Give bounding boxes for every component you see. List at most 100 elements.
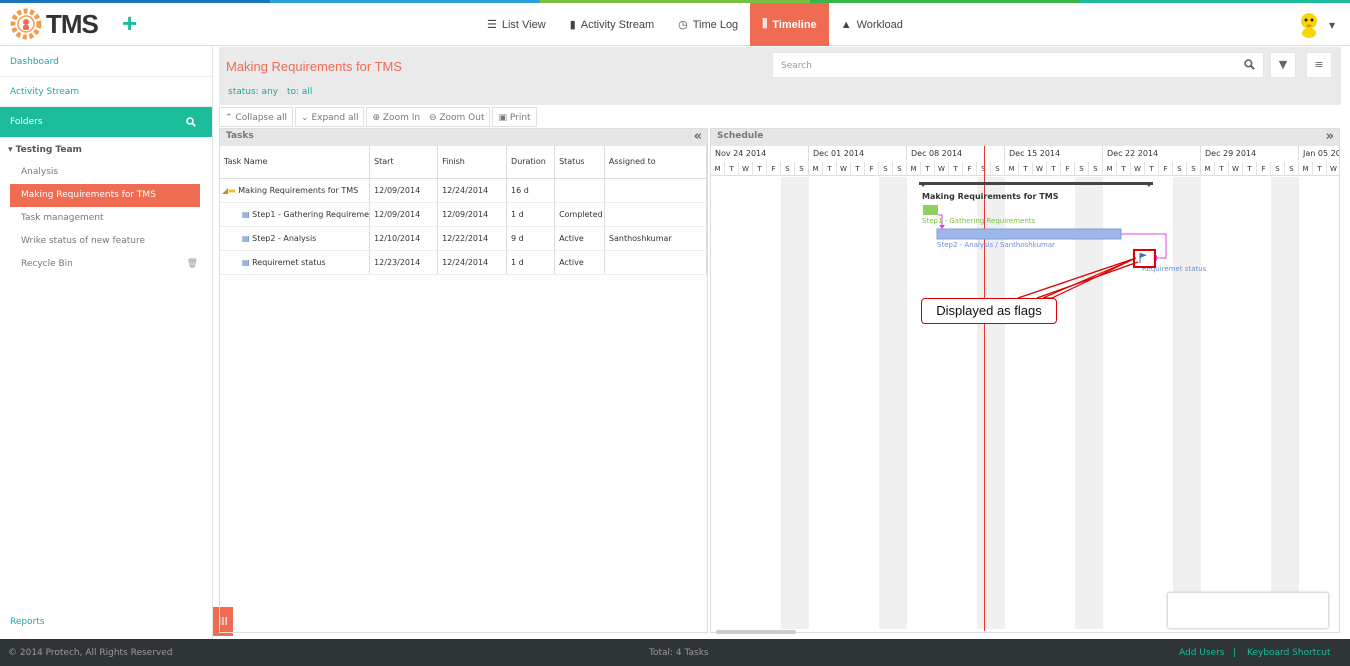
sidebar: Dashboard Activity Stream Folders ▾ Test… xyxy=(0,47,213,639)
chevron-down-icon: ▼ xyxy=(1329,20,1336,30)
folder-item-analysis[interactable]: Analysis xyxy=(0,161,212,184)
sidebar-activity-stream[interactable]: Activity Stream xyxy=(0,77,212,107)
task-total: Total: 4 Tasks xyxy=(649,648,709,658)
col-assigned[interactable]: Assigned to xyxy=(604,146,708,179)
status-cell xyxy=(554,178,605,203)
assigned-cell xyxy=(604,202,708,227)
task-name-cell: ▤ Step1 - Gathering Requireme xyxy=(220,202,371,227)
flag-highlight-box xyxy=(1133,249,1156,268)
search-input[interactable]: Search xyxy=(772,52,1264,78)
zoom-in-icon: ⊕ xyxy=(372,113,383,123)
start-cell: 12/09/2014 xyxy=(369,202,439,227)
gear-logo-icon xyxy=(10,8,42,40)
duration-cell: 9 d xyxy=(506,226,556,251)
folders-label: Folders xyxy=(10,117,43,127)
task-name: Step1 - Gathering Requireme xyxy=(252,209,370,219)
search-icon[interactable] xyxy=(186,107,196,140)
nav-activity-stream[interactable]: ▮ Activity Stream xyxy=(558,3,666,46)
add-button[interactable]: + xyxy=(122,9,137,37)
search-icon[interactable] xyxy=(1244,59,1255,73)
project-header: Making Requirements for TMS status: any … xyxy=(219,47,1341,105)
parent-summary-bar[interactable] xyxy=(919,182,1153,185)
main-nav: ☰ List View ▮ Activity Stream ◷ Time Log ⫼ T… xyxy=(475,3,915,46)
nav-timeline[interactable]: ⫼ Timeline xyxy=(750,3,829,46)
col-start[interactable]: Start xyxy=(369,146,439,179)
col-status[interactable]: Status xyxy=(554,146,605,179)
filter-bar: status: any to: all xyxy=(228,87,318,97)
arrow-head-1 xyxy=(939,225,945,229)
add-users-link[interactable]: Add Users xyxy=(1179,648,1225,658)
expand-label: Expand all xyxy=(311,113,359,123)
nav-label: List View xyxy=(501,18,546,31)
assigned-cell xyxy=(604,250,708,275)
col-duration[interactable]: Duration xyxy=(506,146,556,179)
image-icon: ▣ xyxy=(498,113,510,123)
zoom-controls: ⊕ Zoom In ⊖ Zoom Out xyxy=(366,107,491,127)
gantt-bars: Making Requirements for TMS Step1 - Gath… xyxy=(919,182,1207,273)
folder-item-task-management[interactable]: Task management xyxy=(0,207,212,230)
footer: © 2014 Protech, All Rights Reserved Tota… xyxy=(0,639,1350,666)
sidebar-reports[interactable]: Reports xyxy=(10,617,45,627)
parent-bar-label: Making Requirements for TMS xyxy=(922,192,1059,201)
nav-time-log[interactable]: ◷ Time Log xyxy=(666,3,750,46)
zoom-out-button[interactable]: ⊖ Zoom Out xyxy=(429,113,485,123)
start-cell: 12/10/2014 xyxy=(369,226,439,251)
table-row[interactable]: ▤ Requiremet status 12/23/2014 12/24/201… xyxy=(220,250,708,275)
folder-testing-team[interactable]: ▾ Testing Team xyxy=(0,137,212,161)
task-icon: ▤ xyxy=(242,209,250,219)
tasks-panel-title: Tasks xyxy=(226,131,254,141)
app-logo[interactable]: TMS xyxy=(10,8,99,40)
filter-button[interactable]: ▼ xyxy=(1270,52,1296,78)
avatar-icon xyxy=(1301,13,1317,38)
zoom-in-button[interactable]: ⊕ Zoom In xyxy=(372,113,420,123)
nav-workload[interactable]: ▲ Workload xyxy=(829,3,915,46)
col-task-name[interactable]: Task Name xyxy=(220,146,371,179)
double-chevron-left-icon[interactable]: « xyxy=(694,129,702,144)
zoom-out-label: Zoom Out xyxy=(439,113,485,123)
user-menu[interactable]: ▼ xyxy=(1297,11,1335,39)
task-name: Making Requirements for TMS xyxy=(238,185,359,195)
step1-bar[interactable] xyxy=(923,205,938,215)
table-row[interactable]: ▤ Step1 - Gathering Requireme 12/09/2014… xyxy=(220,202,708,227)
print-label: Print xyxy=(509,113,531,123)
sidebar-dashboard[interactable]: Dashboard xyxy=(0,47,212,77)
duration-cell: 1 d xyxy=(506,250,556,275)
recycle-bin-label: Recycle Bin xyxy=(21,259,73,269)
tasks-panel: Tasks « Task Name Start Finish Duration … xyxy=(219,128,708,633)
caret-down-icon: ▾ xyxy=(8,145,16,155)
table-row[interactable]: ◢▬ Making Requirements for TMS 12/09/201… xyxy=(220,178,708,203)
col-finish[interactable]: Finish xyxy=(437,146,508,179)
step1-bar-label: Step1 - Gathering Requirements xyxy=(922,217,1036,225)
status-filter[interactable]: status: any xyxy=(228,87,278,97)
tasks-panel-header: Tasks « xyxy=(220,129,707,146)
menu-button[interactable]: ≡ xyxy=(1306,52,1332,78)
nav-list-view[interactable]: ☰ List View xyxy=(475,3,558,46)
start-cell: 12/23/2014 xyxy=(369,250,439,275)
task-name: Step2 - Analysis xyxy=(252,233,317,243)
trash-icon[interactable]: 🗑 xyxy=(187,253,198,276)
page-title: Making Requirements for TMS xyxy=(226,59,403,74)
assigned-cell: Santhoshkumar xyxy=(604,226,708,251)
zoom-out-icon: ⊖ xyxy=(428,113,440,123)
user-icon: ▲ xyxy=(840,18,852,31)
step2-bar[interactable] xyxy=(936,228,1122,240)
collapse-all-button[interactable]: ⌃ Collapse all xyxy=(219,107,294,127)
keyboard-shortcut-link[interactable]: Keyboard Shortcut xyxy=(1247,648,1331,658)
folder-item-making-requirements[interactable]: Making Requirements for TMS xyxy=(10,184,200,207)
duration-cell: 16 d xyxy=(506,178,556,203)
folder-item-recycle-bin[interactable]: Recycle Bin 🗑 xyxy=(0,253,212,276)
app-name: TMS xyxy=(46,8,99,39)
table-row[interactable]: ▤ Step2 - Analysis 12/10/2014 12/22/2014… xyxy=(220,226,708,251)
chat-icon: ▮ xyxy=(569,19,576,31)
sidebar-folders-header[interactable]: Folders xyxy=(0,107,212,137)
task-name: Requiremet status xyxy=(252,257,326,267)
annotation-callout: Displayed as flags xyxy=(921,298,1057,324)
folder-item-wrike-status[interactable]: Wrike status of new feature xyxy=(0,230,212,253)
expand-all-button[interactable]: ⌄ Expand all xyxy=(295,107,365,127)
start-cell: 12/09/2014 xyxy=(369,178,439,203)
finish-cell: 12/24/2014 xyxy=(437,250,508,275)
print-button[interactable]: ▣ Print xyxy=(492,107,537,127)
to-filter[interactable]: to: all xyxy=(287,87,312,97)
copyright: © 2014 Protech, All Rights Reserved xyxy=(8,648,173,658)
horizontal-scrollbar[interactable] xyxy=(716,630,796,634)
